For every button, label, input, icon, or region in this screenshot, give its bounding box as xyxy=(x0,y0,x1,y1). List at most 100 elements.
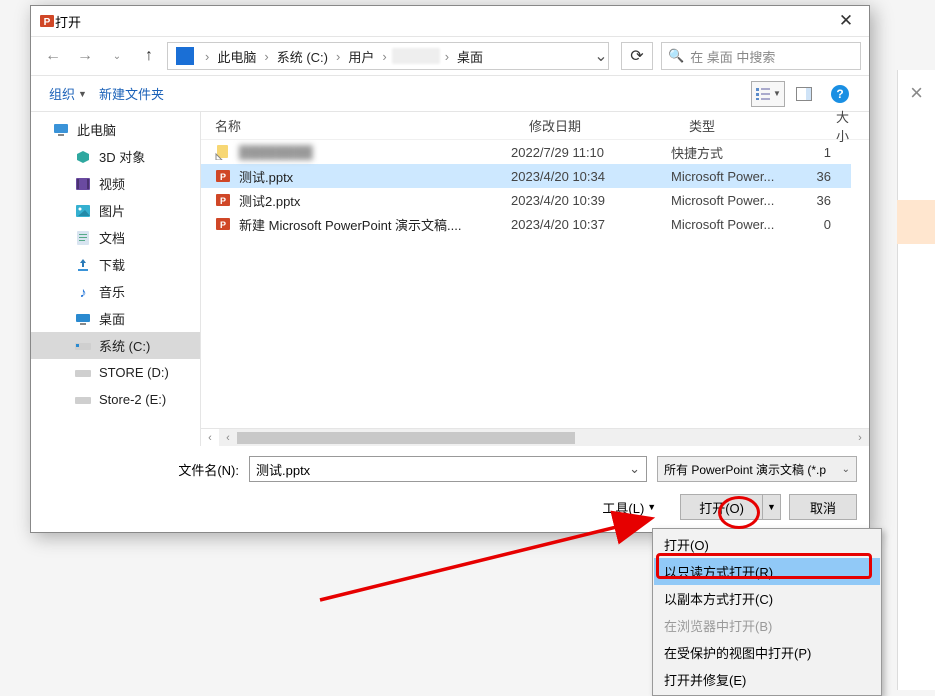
shortcut-icon xyxy=(215,144,231,160)
dialog-title: 打开 xyxy=(55,12,823,31)
sidebar-item-pictures[interactable]: 图片 xyxy=(31,197,200,224)
menu-open-readonly[interactable]: 以只读方式打开(R) xyxy=(654,558,880,585)
menu-open-protected[interactable]: 在受保护的视图中打开(P) xyxy=(654,639,880,666)
open-dropdown-button[interactable]: ▼ xyxy=(763,494,781,520)
file-type: Microsoft Power... xyxy=(663,169,803,184)
sidebar-item-music[interactable]: ♪ 音乐 xyxy=(31,278,200,305)
sidebar-item-3d[interactable]: 3D 对象 xyxy=(31,143,200,170)
file-type: Microsoft Power... xyxy=(663,217,803,232)
file-size: 0 xyxy=(803,217,851,232)
pptx-icon: P xyxy=(215,168,231,184)
sidebar-item-drive-c[interactable]: 系统 (C:) xyxy=(31,332,200,359)
drive-icon xyxy=(75,392,91,408)
sidebar-item-label: 文档 xyxy=(99,228,125,247)
search-placeholder: 在 桌面 中搜索 xyxy=(690,47,775,66)
scroll-left-icon[interactable]: ‹ xyxy=(219,432,237,444)
pictures-icon xyxy=(75,203,91,219)
chevron-down-icon[interactable]: ⌄ xyxy=(629,461,640,477)
search-input[interactable]: 🔍 在 桌面 中搜索 xyxy=(661,42,861,70)
open-button[interactable]: 打开(O) xyxy=(680,494,763,520)
scroll-track[interactable] xyxy=(237,430,851,446)
titlebar: P 打开 ✕ xyxy=(31,6,869,36)
sidebar-item-drive-d[interactable]: STORE (D:) xyxy=(31,359,200,386)
col-name[interactable]: 名称 xyxy=(201,112,521,139)
file-name: 新建 Microsoft PowerPoint 演示文稿.... xyxy=(239,215,503,234)
file-row[interactable]: ████████ 2022/7/29 11:10 快捷方式 1 xyxy=(201,140,851,164)
close-button[interactable]: ✕ xyxy=(823,6,869,36)
column-headers: 名称 修改日期 类型 大小 xyxy=(201,112,869,140)
col-type[interactable]: 类型 xyxy=(681,112,821,139)
sidebar-item-this-pc[interactable]: 此电脑 xyxy=(31,116,200,143)
filename-value: 测试.pptx xyxy=(256,460,310,479)
crumb-root[interactable]: 此电脑 xyxy=(214,47,259,66)
chevron-right-icon: › xyxy=(331,49,345,64)
view-details-icon xyxy=(755,87,771,101)
sidebar-item-drive-e[interactable]: Store-2 (E:) xyxy=(31,386,200,413)
open-split-button: 打开(O) ▼ xyxy=(680,494,781,520)
refresh-button[interactable]: ⟳ xyxy=(621,42,653,70)
col-date[interactable]: 修改日期 xyxy=(521,112,681,139)
file-name: ████████ xyxy=(239,145,503,160)
crumb-users[interactable]: 用户 xyxy=(345,47,377,66)
nav-up-button[interactable]: ↑ xyxy=(135,42,163,70)
nav-forward-button: → xyxy=(71,42,99,70)
tools-button[interactable]: 工具(L)▼ xyxy=(602,498,656,517)
crumb-desktop[interactable]: 桌面 xyxy=(454,47,486,66)
filetype-select[interactable]: 所有 PowerPoint 演示文稿 (*.p ⌄ xyxy=(657,456,857,482)
search-icon: 🔍 xyxy=(668,48,684,64)
sidebar-item-label: 系统 (C:) xyxy=(99,336,150,355)
bg-band xyxy=(897,200,935,222)
sidebar-item-label: 音乐 xyxy=(99,282,125,301)
filename-row: 文件名(N): 测试.pptx ⌄ 所有 PowerPoint 演示文稿 (*.… xyxy=(43,456,857,482)
chevron-right-icon: › xyxy=(200,49,214,64)
file-row[interactable]: P 新建 Microsoft PowerPoint 演示文稿.... 2023/… xyxy=(201,212,851,236)
chevron-down-icon: ⌄ xyxy=(842,464,850,475)
toolbar: 组织▼ 新建文件夹 ▼ ? xyxy=(31,76,869,112)
background-stripe: × xyxy=(897,70,935,690)
cancel-button[interactable]: 取消 xyxy=(789,494,857,520)
breadcrumb[interactable]: › 此电脑 › 系统 (C:) › 用户 › › 桌面 xyxy=(167,42,609,70)
help-button[interactable]: ? xyxy=(823,81,857,107)
menu-open-copy[interactable]: 以副本方式打开(C) xyxy=(654,585,880,612)
horizontal-scrollbar[interactable]: ‹ › xyxy=(219,428,869,446)
newfolder-button[interactable]: 新建文件夹 xyxy=(93,80,170,107)
cube-icon xyxy=(75,149,91,165)
menu-open-browser: 在浏览器中打开(B) xyxy=(654,612,880,639)
sidebar-item-videos[interactable]: 视频 xyxy=(31,170,200,197)
address-dropdown[interactable]: ⌄ xyxy=(589,46,613,66)
bg-band xyxy=(897,222,935,244)
chevron-right-icon: › xyxy=(259,49,273,64)
powerpoint-icon: P xyxy=(39,13,55,29)
svg-text:P: P xyxy=(44,17,51,28)
desktop-icon xyxy=(75,311,91,327)
chevron-right-icon: › xyxy=(377,49,391,64)
pc-icon xyxy=(176,47,194,65)
file-row[interactable]: P 测试2.pptx 2023/4/20 10:39 Microsoft Pow… xyxy=(201,188,851,212)
nav-recent-button[interactable]: ⌄ xyxy=(103,42,131,70)
svg-text:P: P xyxy=(220,220,226,230)
sidebar-item-label: 视频 xyxy=(99,174,125,193)
menu-open[interactable]: 打开(O) xyxy=(654,531,880,558)
video-icon xyxy=(75,176,91,192)
sidebar-scroll-left[interactable]: ‹ xyxy=(201,428,219,446)
dialog-body: 此电脑 3D 对象 视频 图片 文档 下载 ♪ xyxy=(31,112,869,446)
scroll-thumb[interactable] xyxy=(237,432,575,444)
filename-input[interactable]: 测试.pptx ⌄ xyxy=(249,456,647,482)
organize-button[interactable]: 组织▼ xyxy=(43,80,93,107)
crumb-user-hidden[interactable] xyxy=(392,48,440,64)
menu-open-repair[interactable]: 打开并修复(E) xyxy=(654,666,880,693)
nav-back-button[interactable]: ← xyxy=(39,42,67,70)
file-date: 2023/4/20 10:37 xyxy=(503,217,663,232)
scroll-right-icon[interactable]: › xyxy=(851,432,869,444)
file-size: 1 xyxy=(803,145,851,160)
file-size: 36 xyxy=(803,193,851,208)
view-options-button[interactable]: ▼ xyxy=(751,81,785,107)
file-name: 测试.pptx xyxy=(239,167,503,186)
crumb-drive[interactable]: 系统 (C:) xyxy=(274,47,331,66)
sidebar-item-desktop[interactable]: 桌面 xyxy=(31,305,200,332)
preview-pane-button[interactable] xyxy=(787,81,821,107)
sidebar-item-downloads[interactable]: 下载 xyxy=(31,251,200,278)
sidebar-item-documents[interactable]: 文档 xyxy=(31,224,200,251)
file-name: 测试2.pptx xyxy=(239,191,503,210)
file-row[interactable]: P 测试.pptx 2023/4/20 10:34 Microsoft Powe… xyxy=(201,164,851,188)
